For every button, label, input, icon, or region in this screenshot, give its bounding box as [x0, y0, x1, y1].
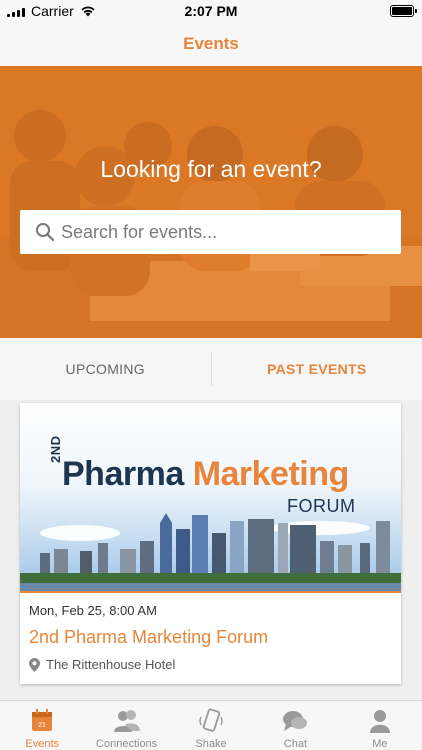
status-bar: Carrier 2:07 PM [0, 0, 422, 22]
tab-label: Connections [96, 738, 158, 750]
tab-label: Shake [195, 738, 227, 750]
chat-icon [283, 711, 308, 731]
battery-icon [390, 5, 417, 17]
tab-past-events[interactable]: PAST EVENTS [212, 338, 422, 400]
bottom-tab-bar: 21 Events Connections Shake Chat Me [0, 700, 422, 750]
tab-connections[interactable]: Connections [84, 701, 168, 750]
navigation-bar: Events [0, 22, 422, 66]
tab-events[interactable]: 21 Events [0, 701, 84, 750]
banner-subtitle: FORUM [287, 496, 356, 516]
status-time: 2:07 PM [184, 3, 238, 19]
search-icon [36, 223, 55, 242]
connections-icon [113, 710, 140, 732]
tab-chat[interactable]: Chat [253, 701, 337, 750]
banner-ordinal: 2ND [48, 435, 63, 463]
hero-banner: Looking for an event? [0, 66, 422, 338]
banner-divider [20, 591, 401, 593]
banner-word-pharma: Pharma [62, 455, 184, 493]
event-title[interactable]: 2nd Pharma Marketing Forum [29, 627, 268, 648]
calendar-day: 21 [38, 722, 46, 729]
search-bar[interactable] [20, 210, 401, 254]
tab-shake[interactable]: Shake [169, 701, 253, 750]
page-title: Events [183, 34, 239, 53]
tab-label: Chat [283, 738, 308, 750]
event-location: The Rittenhouse Hotel [29, 657, 175, 672]
event-card[interactable]: 2ND Pharma Marketing FORUM Mon, Feb 25, … [20, 403, 401, 684]
event-location-label: The Rittenhouse Hotel [46, 657, 176, 672]
search-input[interactable] [61, 221, 381, 243]
tab-label: Me [372, 738, 388, 750]
event-tabs: UPCOMING PAST EVENTS [0, 338, 422, 400]
tab-me[interactable]: Me [338, 701, 422, 750]
person-icon [369, 710, 390, 733]
hero-title: Looking for an event? [100, 156, 322, 182]
banner-title: Pharma Marketing [62, 455, 349, 494]
tab-label: Events [25, 738, 60, 750]
event-date: Mon, Feb 25, 8:00 AM [29, 603, 157, 618]
event-banner-image: 2ND Pharma Marketing FORUM [20, 403, 401, 591]
banner-word-marketing: Marketing [192, 455, 350, 493]
tab-upcoming[interactable]: UPCOMING [0, 352, 212, 386]
location-pin-icon [29, 657, 40, 672]
calendar-icon: 21 [32, 709, 53, 731]
shake-icon [199, 708, 223, 732]
